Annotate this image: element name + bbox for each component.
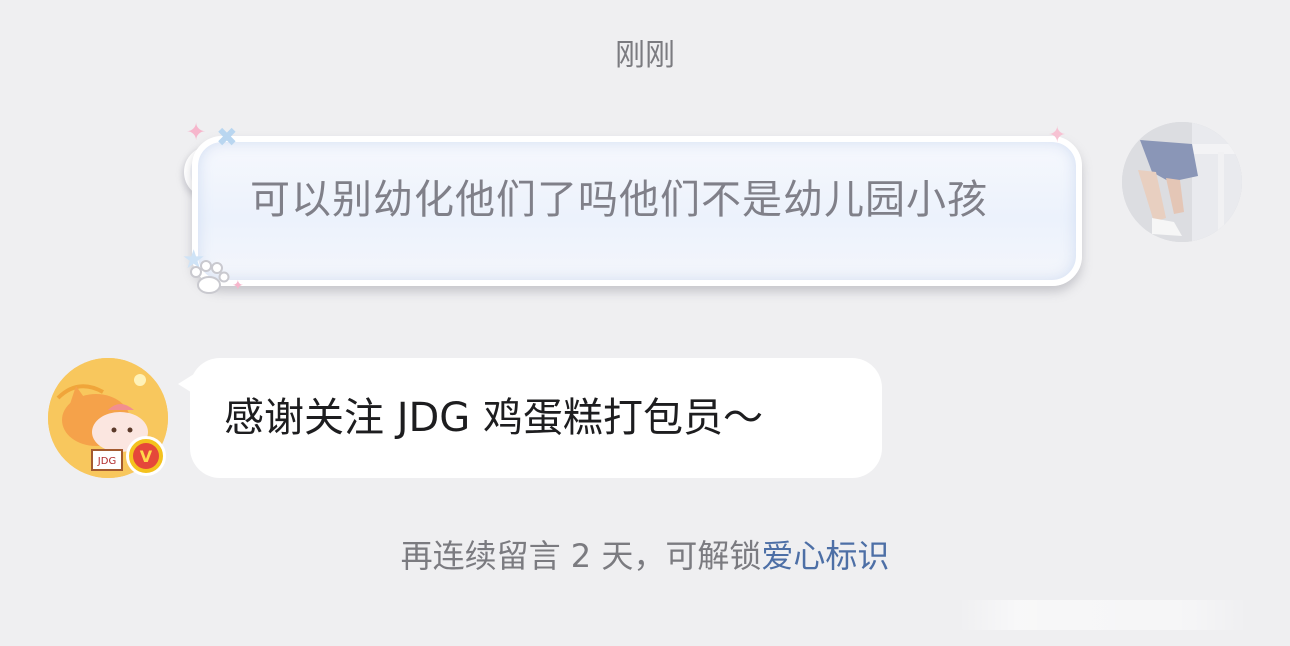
incoming-message-text: 感谢关注 JDG 鸡蛋糕打包员～ [224,395,764,441]
heart-badge-link[interactable]: 爱心标识 [761,537,889,575]
my-avatar[interactable] [1122,122,1242,242]
verified-badge: V [126,436,166,476]
incoming-message-bubble[interactable]: 感谢关注 JDG 鸡蛋糕打包员～ [178,358,882,478]
star-icon: ✦ [1048,123,1067,148]
unlock-hint: 再连续留言 2 天，可解锁爱心标识 [0,536,1290,576]
watermark [958,600,1248,630]
cross-icon: ✖ [216,123,238,153]
verified-v-icon: V [133,443,159,469]
outgoing-message-text: 可以别幼化他们了吗他们不是幼儿园小孩 [250,177,988,223]
svg-text:V: V [140,447,153,466]
unlock-hint-text: 再连续留言 2 天，可解锁 [400,537,762,575]
avatar-photo [1122,122,1242,242]
svg-text:JDG: JDG [97,456,116,467]
star-icon: ✦ [232,278,244,294]
paw-icon [190,260,230,294]
outgoing-message-bubble-wrap: 可以别幼化他们了吗他们不是幼儿园小孩 ✦ ✖ ✦ ★ ✦ [182,118,1102,308]
outgoing-message-bubble[interactable]: 可以别幼化他们了吗他们不是幼儿园小孩 [184,136,1082,286]
message-timestamp: 刚刚 [615,38,675,73]
star-icon: ✦ [186,118,207,146]
